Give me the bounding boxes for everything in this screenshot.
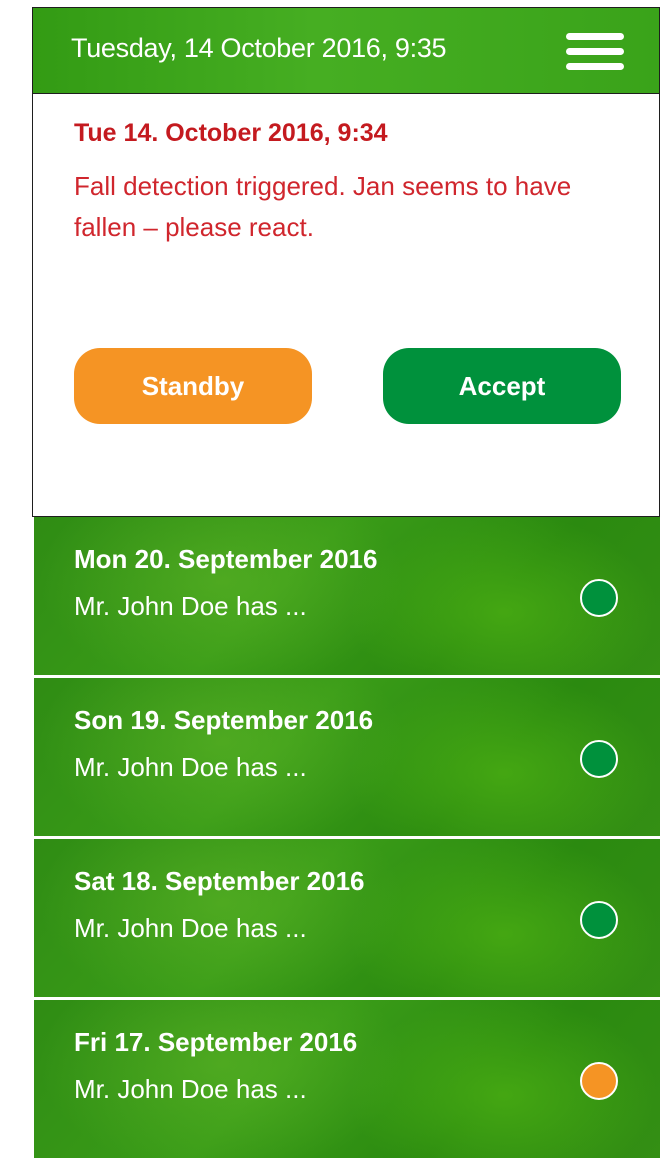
header-datetime: Tuesday, 14 October 2016, 9:35: [71, 33, 447, 63]
list-item[interactable]: Sat 18. September 2016 Mr. John Doe has …: [34, 839, 660, 997]
app-header: Tuesday, 14 October 2016, 9:35: [32, 7, 660, 93]
accept-button[interactable]: Accept: [383, 348, 621, 424]
list-item-date: Son 19. September 2016: [74, 705, 374, 735]
list-item-date: Sat 18. September 2016: [74, 866, 365, 896]
status-dot-icon: [580, 901, 618, 939]
standby-button[interactable]: Standby: [74, 348, 312, 424]
status-dot-icon: [580, 579, 618, 617]
list-item-date: Mon 20. September 2016: [74, 544, 378, 574]
hamburger-menu-icon[interactable]: [566, 33, 624, 71]
status-dot-icon: [580, 740, 618, 778]
list-item[interactable]: Mon 20. September 2016 Mr. John Doe has …: [34, 517, 660, 675]
list-item-text: Mr. John Doe has ...: [74, 752, 307, 782]
notification-list: Mon 20. September 2016 Mr. John Doe has …: [34, 517, 660, 1158]
fall-alert-card: Tue 14. October 2016, 9:34 Fall detectio…: [32, 93, 660, 517]
list-item-text: Mr. John Doe has ...: [74, 591, 307, 621]
list-item[interactable]: Son 19. September 2016 Mr. John Doe has …: [34, 678, 660, 836]
status-dot-icon: [580, 1062, 618, 1100]
list-item-text: Mr. John Doe has ...: [74, 1074, 307, 1104]
alert-message: Fall detection triggered. Jan seems to h…: [74, 171, 572, 242]
alert-date: Tue 14. October 2016, 9:34: [74, 119, 388, 147]
list-item-date: Fri 17. September 2016: [74, 1027, 358, 1057]
list-item[interactable]: Fri 17. September 2016 Mr. John Doe has …: [34, 1000, 660, 1158]
list-item-text: Mr. John Doe has ...: [74, 913, 307, 943]
